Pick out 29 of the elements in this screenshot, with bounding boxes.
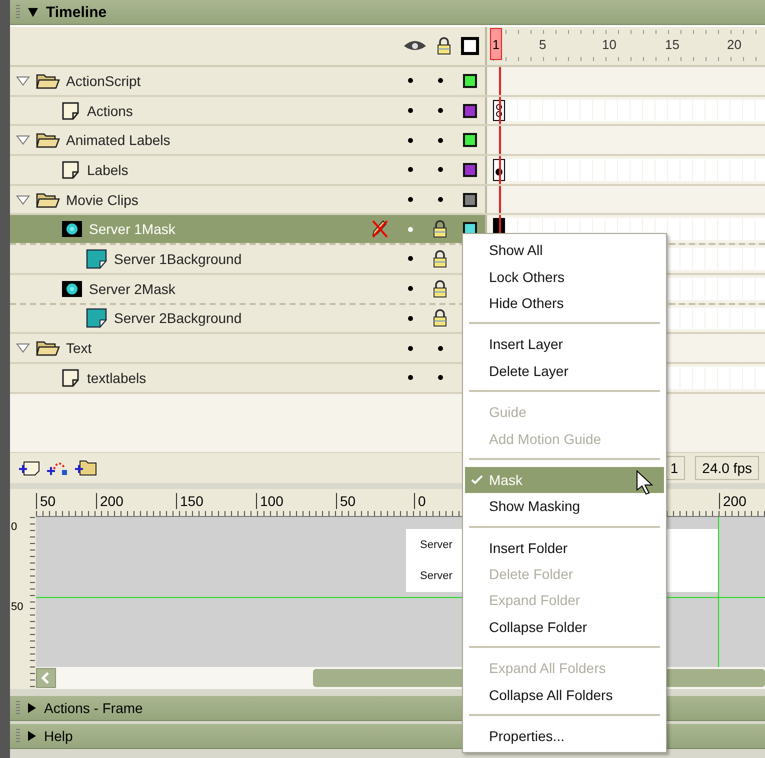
layer-name: Labels	[87, 162, 128, 178]
frame-number: 5	[539, 37, 546, 52]
ruler-number: 200	[96, 493, 124, 509]
ruler-number: 200	[719, 493, 746, 509]
layer-name: Movie Clips	[66, 192, 138, 208]
layer-name: textlabels	[87, 370, 146, 386]
layer-name: Server 1Mask	[89, 221, 176, 238]
frame-number: 10	[602, 37, 616, 52]
ruler-number: 50	[36, 493, 56, 509]
ruler-number: 100	[256, 493, 284, 509]
ruler-number: 50	[336, 493, 356, 509]
stage-text: Server	[420, 538, 452, 551]
panel-title: Timeline	[46, 4, 107, 20]
layer-name: Server 2Mask	[89, 280, 176, 297]
layer-name: Animated Labels	[66, 132, 170, 148]
ruler-number: 0	[11, 521, 18, 533]
layer-name: Actions	[87, 102, 133, 119]
ruler-number: 0	[414, 493, 426, 509]
ruler-number: 50	[11, 601, 24, 613]
panel-title: Actions - Frame	[44, 700, 143, 716]
ruler-number: 150	[176, 493, 204, 509]
layer-name: Text	[66, 340, 92, 356]
panel-title: Help	[44, 728, 73, 744]
layer-name: Server 2Background	[114, 310, 242, 326]
layer-name: Server 1Background	[114, 250, 242, 267]
frame-number: 15	[665, 37, 680, 52]
frame-number: 20	[727, 37, 742, 52]
stage-text: Server	[420, 570, 452, 582]
layer-name: ActionScript	[66, 72, 141, 89]
